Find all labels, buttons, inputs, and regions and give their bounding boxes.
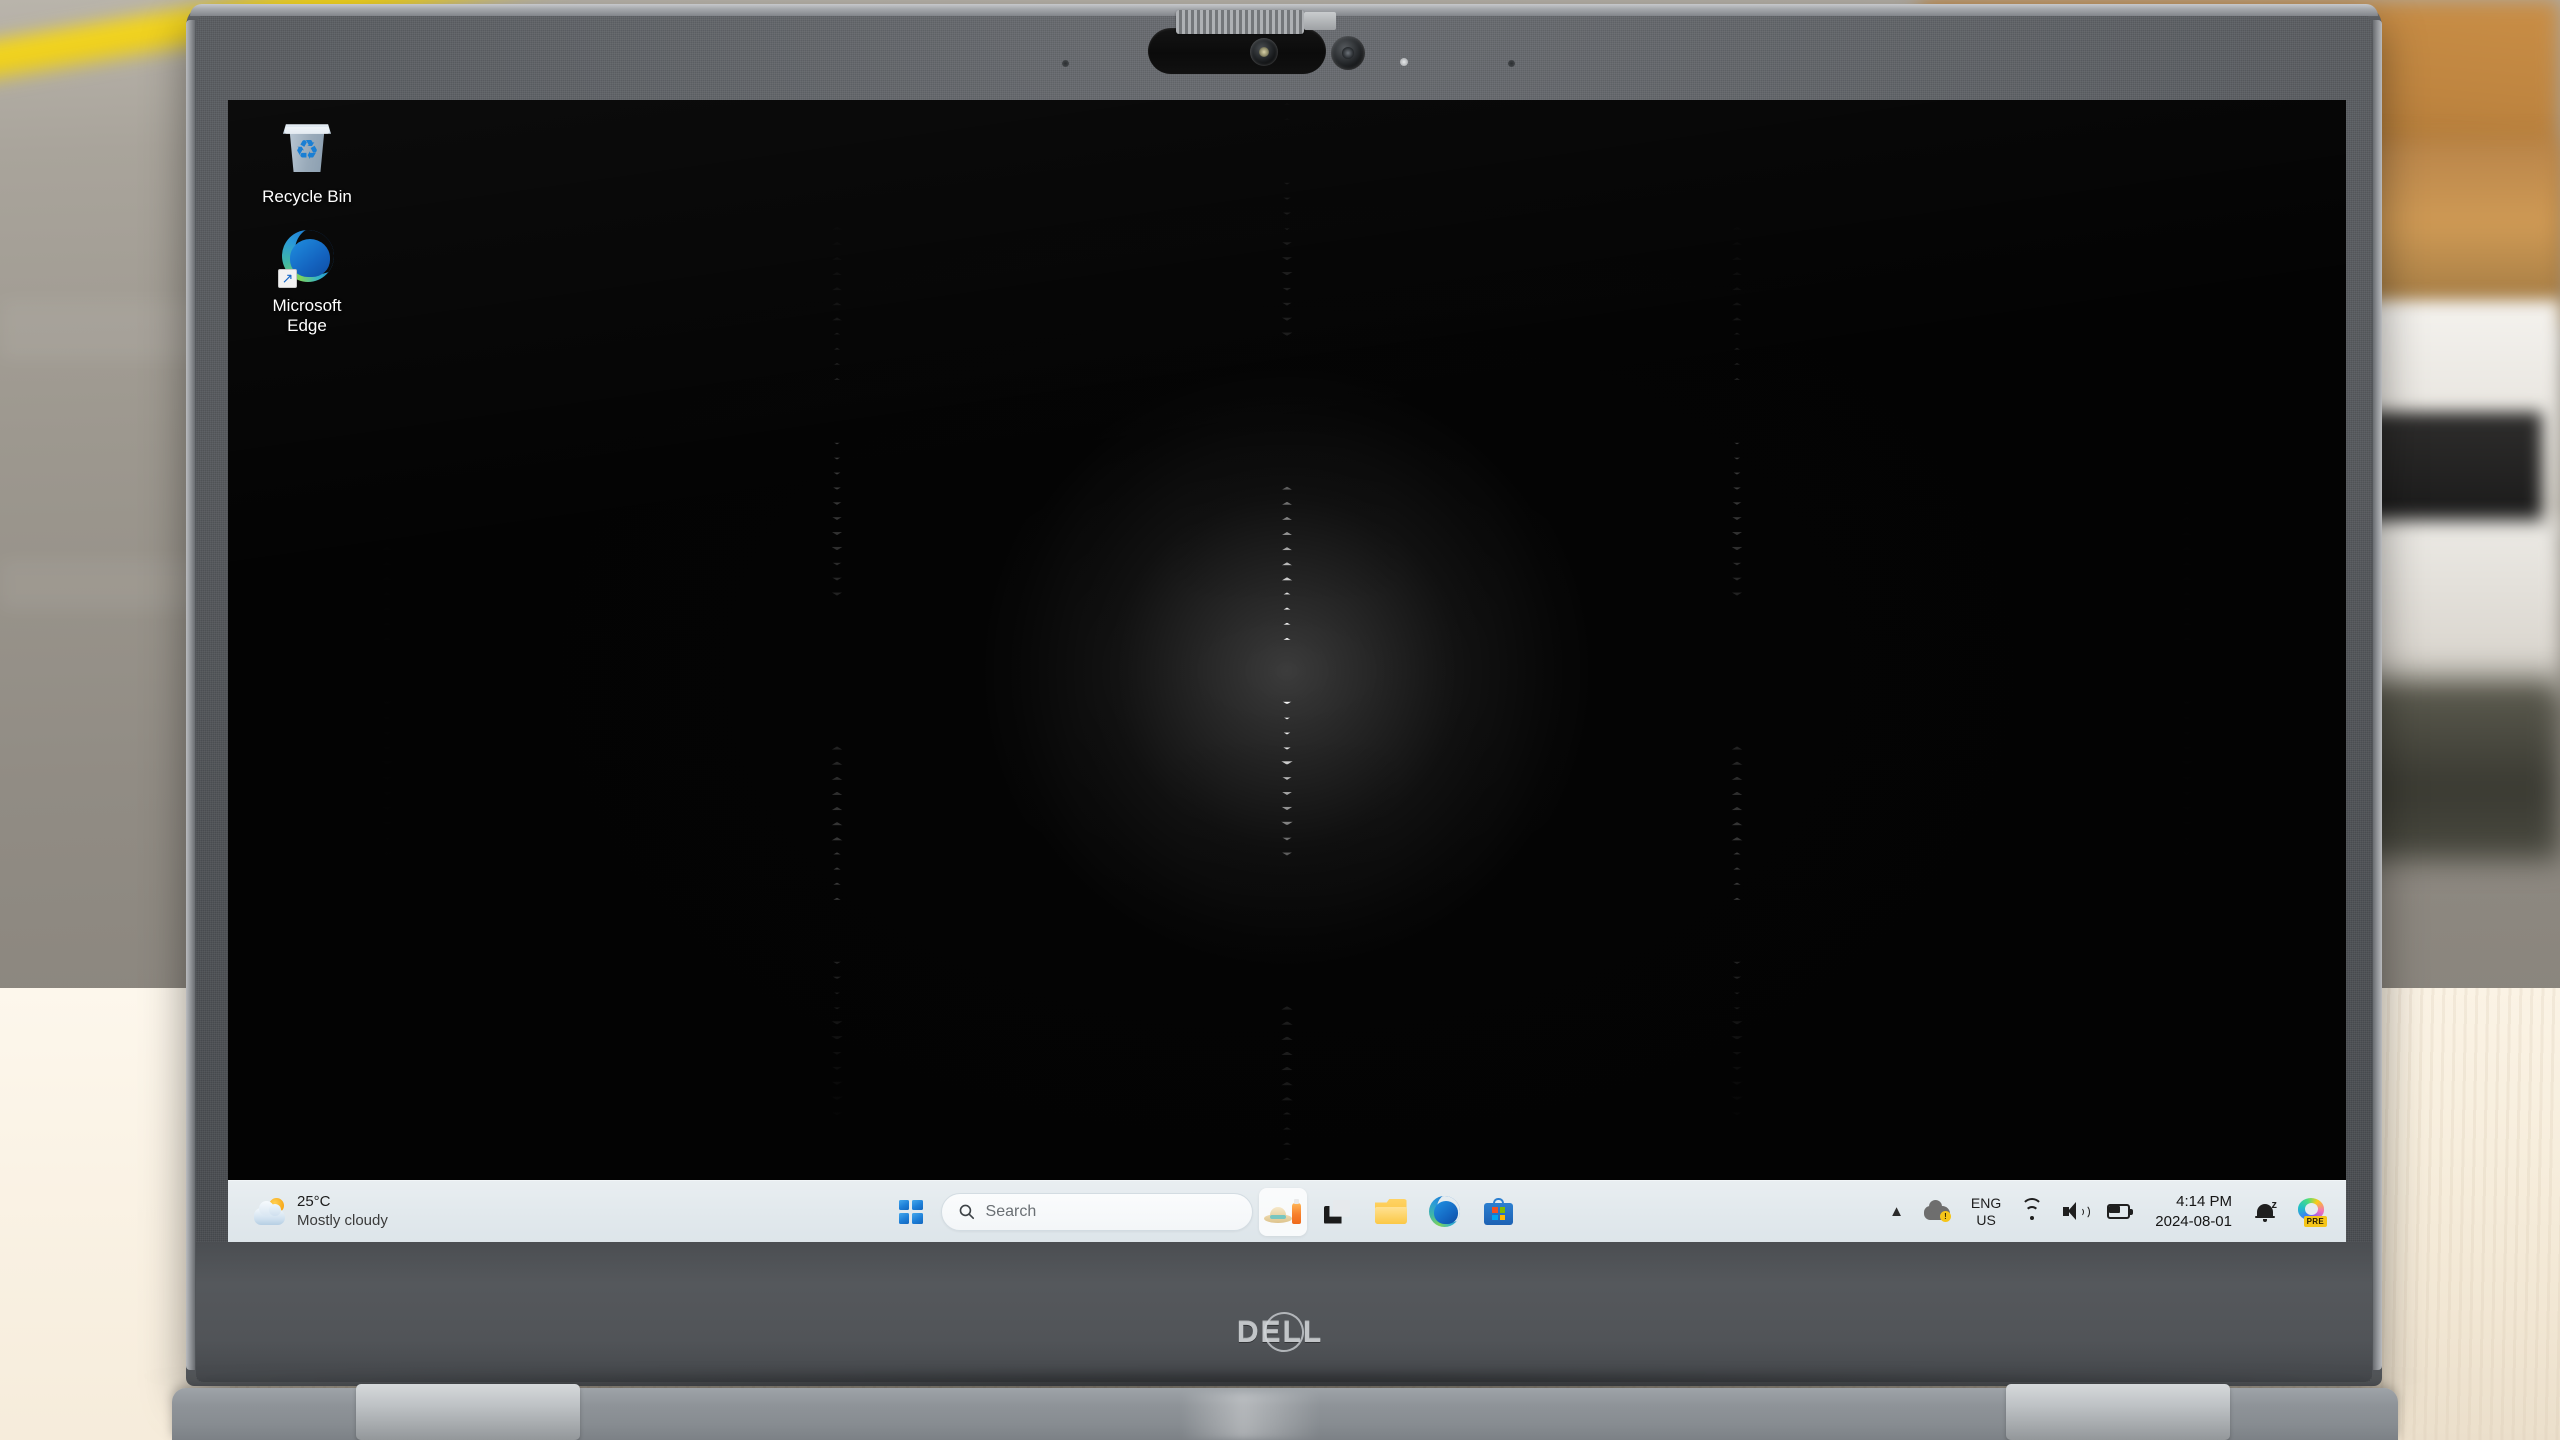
desktop-icon-label: Recycle Bin: [262, 187, 352, 206]
search-placeholder: Search: [985, 1202, 1037, 1220]
taskbar: 25°C Mostly cloudy Search ▲ ! ENG US 4:1…: [228, 1180, 2346, 1242]
tray-copilot-button[interactable]: PRE: [2288, 1189, 2334, 1235]
taskbar-button-microsoft-edge[interactable]: [1421, 1188, 1469, 1236]
lid-left-edge: [186, 20, 195, 1370]
clock-date: 2024-08-01: [2155, 1212, 2232, 1230]
shortcut-arrow-icon: ↗: [278, 269, 297, 288]
microsoft-edge-icon: [1429, 1196, 1461, 1227]
microsoft-edge-icon: ↗: [276, 227, 338, 289]
tray-volume-button[interactable]: [2055, 1189, 2095, 1235]
desktop-icon-microsoft-edge[interactable]: ↗ Microsoft Edge: [242, 219, 372, 342]
system-tray: ▲ ! ENG US 4:14 PM 2024-08-01 z PRE: [1881, 1189, 2346, 1235]
edge-label-line1: Microsoft: [272, 296, 342, 315]
recycle-bin-icon: ♻: [276, 118, 338, 180]
taskbar-button-microsoft-store[interactable]: [1475, 1188, 1523, 1236]
desktop-icon-recycle-bin[interactable]: ♻ Recycle Bin: [242, 110, 372, 213]
search-input[interactable]: Search: [940, 1192, 1253, 1231]
laptop-hinge-left: [356, 1384, 580, 1440]
search-icon: [959, 1204, 974, 1220]
tray-onedrive-button[interactable]: !: [1916, 1189, 1959, 1235]
tray-notifications-button[interactable]: z: [2246, 1189, 2284, 1235]
taskbar-left-section: 25°C Mostly cloudy: [228, 1189, 528, 1235]
lid-right-edge: [2373, 20, 2382, 1370]
weather-temperature: 25°C: [297, 1192, 331, 1210]
file-explorer-icon: [1374, 1199, 1407, 1224]
partly-cloudy-icon: [254, 1197, 288, 1226]
chevron-up-icon: ▲: [1889, 1203, 1904, 1220]
taskbar-center-section: Search: [528, 1187, 1881, 1236]
privacy-shutter[interactable]: [1176, 10, 1304, 34]
desktop-icon-label: Microsoft Edge: [273, 296, 342, 336]
wifi-icon: [2021, 1197, 2044, 1221]
taskbar-button-file-explorer[interactable]: [1367, 1188, 1415, 1236]
taskbar-button-task-view[interactable]: [1313, 1188, 1361, 1236]
laptop-screen: ♻ Recycle Bin ↗ Microsoft Edge 25°C Most…: [228, 100, 2346, 1242]
battery-icon: [2107, 1204, 2134, 1219]
privacy-shutter-tab[interactable]: [1304, 12, 1336, 30]
onedrive-warning-badge: !: [1939, 1210, 1951, 1222]
language-line2: US: [1976, 1211, 1996, 1228]
webcam-lens: [1342, 47, 1354, 59]
laptop-base-highlight: [1180, 1392, 1320, 1440]
laptop-hinge-right: [2006, 1384, 2230, 1440]
windows-start-icon: [898, 1199, 923, 1224]
tray-language-button[interactable]: ENG US: [1963, 1189, 2009, 1235]
widgets-weather-icon: [1263, 1198, 1302, 1225]
taskbar-button-widgets[interactable]: [1258, 1187, 1307, 1236]
microphone-icon: [1508, 60, 1515, 67]
language-indicator: ENG US: [1971, 1195, 2001, 1227]
tray-battery-button[interactable]: [2099, 1189, 2141, 1235]
clock-time: 4:14 PM: [2176, 1193, 2232, 1210]
taskbar-clock[interactable]: 4:14 PM 2024-08-01: [2145, 1192, 2242, 1231]
desktop-icon-list: ♻ Recycle Bin ↗ Microsoft Edge: [242, 110, 392, 348]
copilot-icon: PRE: [2296, 1197, 2327, 1227]
hexagon-pattern: [228, 100, 2346, 1242]
start-button[interactable]: [887, 1188, 935, 1236]
speaker-icon: [2063, 1202, 2091, 1221]
ir-camera-lens: [1259, 47, 1269, 57]
weather-text: 25°C Mostly cloudy: [297, 1193, 388, 1231]
copilot-preview-badge: PRE: [2303, 1215, 2327, 1227]
weather-widget-button[interactable]: 25°C Mostly cloudy: [244, 1189, 398, 1235]
camera-module: [1148, 28, 1326, 74]
tray-network-button[interactable]: [2013, 1189, 2051, 1235]
bell-dnd-icon: z: [2254, 1199, 2277, 1223]
status-led-icon: [1400, 58, 1408, 66]
onedrive-icon: !: [1923, 1199, 1951, 1222]
edge-label-line2: Edge: [287, 316, 327, 335]
desktop-wallpaper[interactable]: [228, 100, 2346, 1242]
task-view-icon: [1323, 1199, 1350, 1224]
microsoft-store-icon: [1484, 1198, 1514, 1225]
laptop-device: ♻ Recycle Bin ↗ Microsoft Edge 25°C Most…: [0, 0, 2560, 1440]
weather-condition: Mostly cloudy: [297, 1211, 388, 1229]
tray-overflow-button[interactable]: ▲: [1881, 1189, 1912, 1235]
language-line1: ENG: [1970, 1195, 2002, 1212]
microphone-icon: [1062, 60, 1069, 67]
